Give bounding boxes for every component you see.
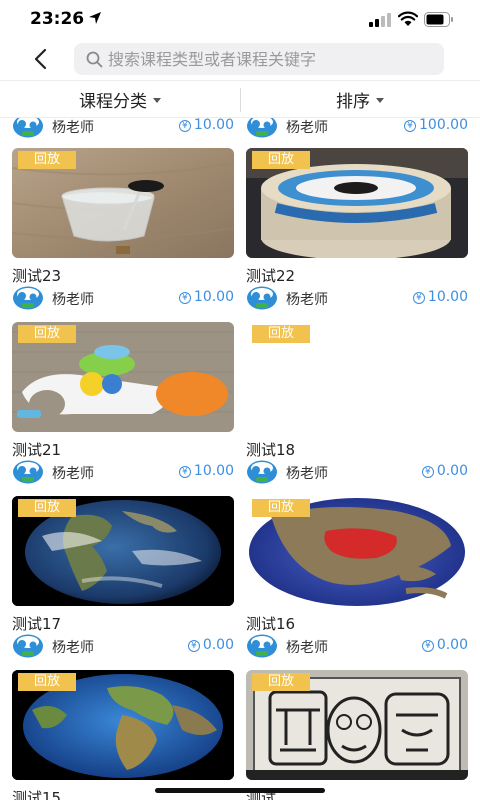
course-thumbnail[interactable]: 回放 [12,322,234,432]
back-chevron-icon[interactable] [28,46,54,72]
course-thumbnail[interactable]: 回放 [246,496,468,606]
teacher-name: 杨老师 [52,120,94,136]
course-title: 测试16 [246,615,296,633]
price: ¥10.00 [412,289,468,305]
teacher-avatar-icon [12,118,44,138]
replay-badge: 回放 [18,499,76,517]
price: ¥100.00 [404,118,468,133]
caret-down-icon [376,98,384,103]
price: ¥10.00 [178,118,234,133]
course-meta-row: 杨老师 ¥10.00 [246,286,468,310]
course-title: 测试15 [12,789,62,800]
search-box[interactable] [74,43,444,75]
teacher-avatar-icon [246,460,278,484]
wifi-icon [398,11,418,26]
course-thumbnail[interactable]: 回放 [12,148,234,258]
course-meta-row: 杨老师 ¥10.00 [12,460,234,484]
category-filter-label: 课程分类 [79,92,147,112]
course-title: 测试18 [246,441,296,459]
location-arrow-icon [89,12,101,24]
course-title: 测试23 [12,267,62,285]
filter-bar: 课程分类 排序 [0,80,480,118]
replay-badge: 回放 [252,673,310,691]
course-thumbnail[interactable]: 回放 [246,148,468,258]
teacher-name: 杨老师 [52,466,94,482]
price: ¥0.00 [187,637,234,653]
yen-icon: ¥ [421,466,434,478]
course-meta-row: 杨老师 ¥10.00 [12,286,234,310]
course-thumbnail[interactable]: 回放 [246,322,468,432]
course-thumbnail[interactable]: 回放 [12,670,234,780]
sort-dropdown[interactable]: 排序 [240,81,480,118]
yen-icon: ¥ [178,120,191,132]
teacher-avatar-icon [12,634,44,658]
search-input[interactable] [108,43,428,75]
replay-badge: 回放 [18,673,76,691]
replay-badge: 回放 [252,151,310,169]
course-meta-row: 杨老师 ¥0.00 [246,460,468,484]
course-meta-row: 杨老师 ¥100.00 [246,118,468,138]
course-title: 测试21 [12,441,62,459]
yen-icon: ¥ [187,640,200,652]
price: ¥0.00 [421,463,468,479]
price: ¥10.00 [178,289,234,305]
replay-badge: 回放 [18,151,76,169]
teacher-avatar-icon [246,286,278,310]
course-thumbnail[interactable]: 回放 [246,670,468,780]
status-time: 23:26 [30,9,85,29]
course-grid[interactable]: 杨老师 ¥10.00 杨老师 ¥100.00 回放 测试23 杨老师 ¥ 10.… [0,118,480,800]
home-indicator[interactable] [155,788,325,793]
course-title: 测试22 [246,267,296,285]
teacher-name: 杨老师 [286,292,328,308]
teacher-name: 杨老师 [286,640,328,656]
price: ¥10.00 [178,463,234,479]
price: ¥0.00 [421,637,468,653]
category-filter-dropdown[interactable]: 课程分类 [0,81,240,118]
sort-label: 排序 [336,92,370,112]
teacher-avatar-icon [12,286,44,310]
teacher-name: 杨老师 [52,292,94,308]
yen-icon: ¥ [404,120,416,132]
yen-icon: ¥ [178,466,191,478]
search-icon [86,51,103,68]
course-title: 测试17 [12,615,62,633]
battery-icon [424,12,453,27]
status-bar: 23:26 [0,0,480,40]
teacher-avatar-icon [12,460,44,484]
replay-badge: 回放 [252,325,310,343]
course-meta-row: 杨老师 ¥0.00 [12,634,234,658]
teacher-name: 杨老师 [52,640,94,656]
teacher-avatar-icon [246,118,278,138]
yen-icon: ¥ [178,292,191,304]
replay-badge: 回放 [252,499,310,517]
teacher-name: 杨老师 [286,120,328,136]
course-meta-row: 杨老师 ¥10.00 [12,118,234,138]
caret-down-icon [153,98,161,103]
course-thumbnail[interactable]: 回放 [12,496,234,606]
replay-badge: 回放 [18,325,76,343]
course-meta-row: 杨老师 ¥0.00 [246,634,468,658]
cellular-signal-icon [369,13,391,27]
yen-icon: ¥ [412,292,425,304]
teacher-avatar-icon [246,634,278,658]
yen-icon: ¥ [421,640,434,652]
search-header [0,40,480,80]
teacher-name: 杨老师 [286,466,328,482]
